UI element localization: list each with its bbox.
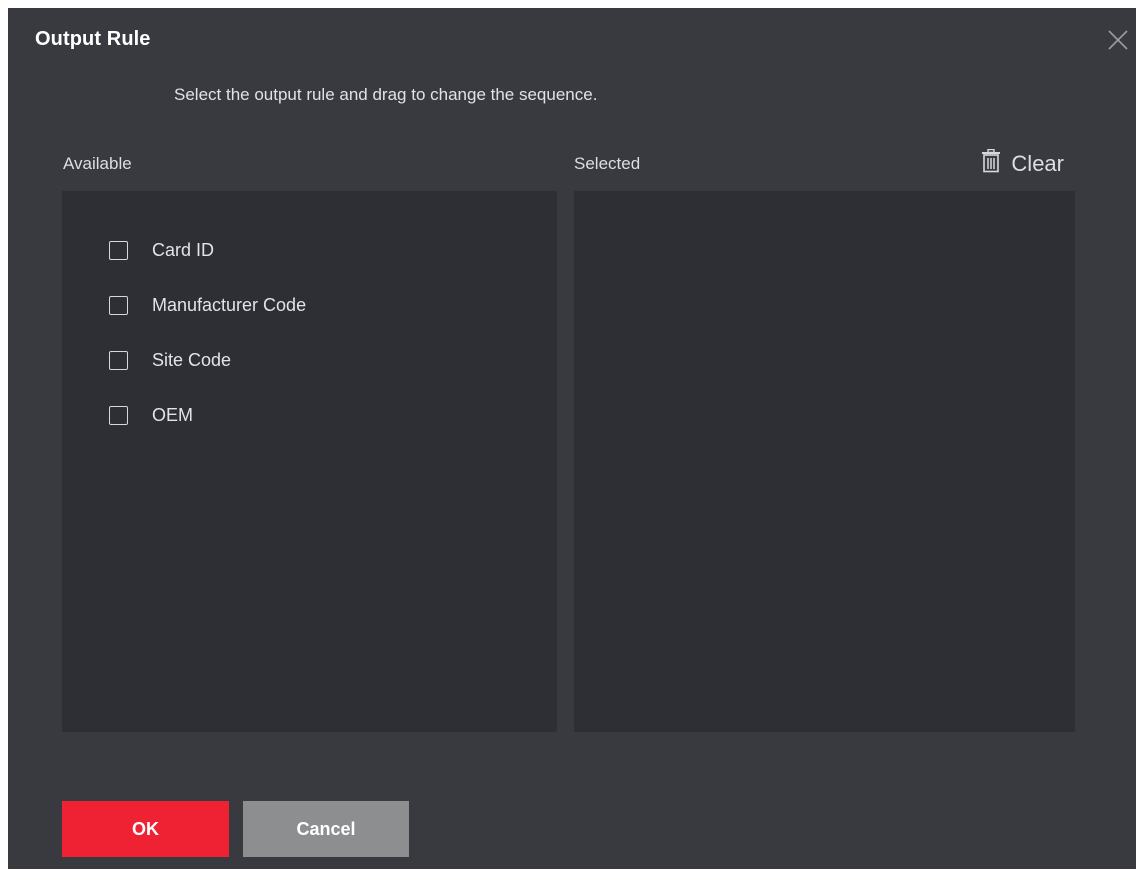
card-id-checkbox[interactable] bbox=[109, 241, 128, 260]
rule-label: Manufacturer Code bbox=[152, 295, 307, 315]
clear-label: Clear bbox=[1011, 150, 1064, 176]
selected-panel[interactable] bbox=[574, 191, 1075, 732]
close-button[interactable] bbox=[1106, 28, 1130, 52]
dialog-title: Output Rule bbox=[35, 28, 151, 50]
rule-item-site-code[interactable]: Site Code bbox=[109, 333, 306, 388]
manufacturer-code-checkbox[interactable] bbox=[109, 296, 128, 315]
output-rule-dialog: Output Rule Select the output rule and d… bbox=[8, 8, 1136, 869]
rule-item-card-id[interactable]: Card ID bbox=[109, 223, 306, 278]
selected-label: Selected bbox=[574, 154, 641, 173]
available-label: Available bbox=[63, 154, 132, 173]
site-code-checkbox[interactable] bbox=[109, 351, 128, 370]
cancel-button[interactable]: Cancel bbox=[243, 801, 409, 857]
available-panel: Card ID Manufacturer Code Site Code OEM bbox=[62, 191, 557, 732]
ok-button[interactable]: OK bbox=[62, 801, 229, 857]
oem-checkbox[interactable] bbox=[109, 406, 128, 425]
trash-icon bbox=[981, 148, 1001, 178]
rule-item-manufacturer-code[interactable]: Manufacturer Code bbox=[109, 278, 306, 333]
rule-label: Site Code bbox=[152, 350, 232, 370]
clear-button[interactable]: Clear bbox=[981, 148, 1064, 178]
rule-label: Card ID bbox=[152, 240, 215, 260]
instruction-text: Select the output rule and drag to chang… bbox=[174, 85, 598, 104]
rule-item-oem[interactable]: OEM bbox=[109, 388, 306, 443]
available-rule-list: Card ID Manufacturer Code Site Code OEM bbox=[109, 223, 306, 443]
close-icon bbox=[1106, 28, 1130, 52]
rule-label: OEM bbox=[152, 405, 194, 425]
